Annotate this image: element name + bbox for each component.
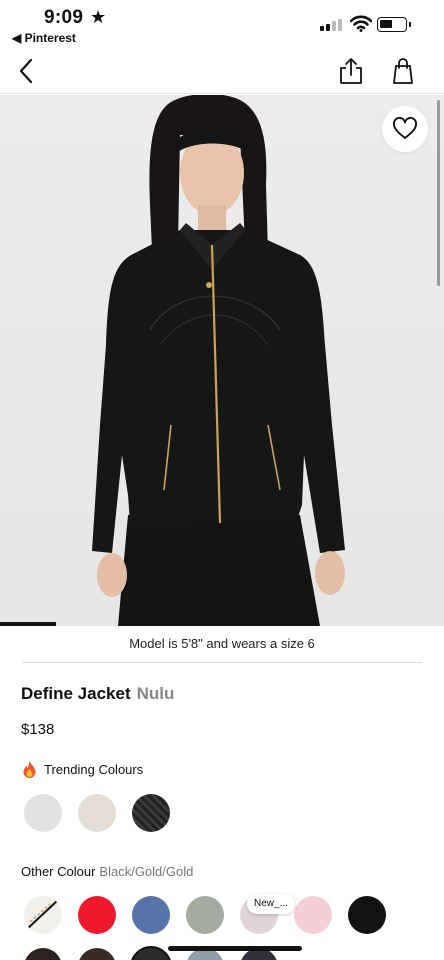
battery-cap xyxy=(409,22,411,27)
share-icon[interactable] xyxy=(337,56,365,86)
colour-swatch-red[interactable] xyxy=(78,896,116,934)
trending-colours-label: Trending Colours xyxy=(44,762,144,777)
battery-icon xyxy=(377,17,407,32)
colour-swatch-black[interactable] xyxy=(348,896,386,934)
product-price: $138 xyxy=(21,721,55,738)
chevron-left-icon[interactable] xyxy=(14,56,40,86)
wifi-icon xyxy=(350,15,372,32)
status-bar: 9:09 ★ ◀ Pinterest xyxy=(0,0,444,48)
product-image[interactable] xyxy=(0,95,444,626)
carousel-progress-indicator xyxy=(0,622,56,626)
colour-swatch-pink[interactable] xyxy=(294,896,332,934)
other-colour-label: Other Colour xyxy=(21,864,96,879)
cellular-signal-icon xyxy=(320,19,342,31)
shopping-bag-icon[interactable] xyxy=(390,56,416,86)
new-badge: New_... xyxy=(247,894,295,914)
colour-swatch-partial-selected[interactable] xyxy=(130,946,172,960)
other-colour-value: Black/Gold/Gold xyxy=(99,864,194,879)
back-to-app-link[interactable]: ◀ Pinterest xyxy=(12,31,76,45)
colour-swatch-blue[interactable] xyxy=(132,896,170,934)
trending-swatch-grey[interactable] xyxy=(24,794,62,832)
status-time: 9:09 xyxy=(44,7,84,28)
model-size-note: Model is 5'8" and wears a size 6 xyxy=(129,636,315,651)
other-colour-row: Other Colour Black/Gold/Gold xyxy=(21,864,193,879)
location-star-icon: ★ xyxy=(90,7,107,27)
favorite-button[interactable] xyxy=(382,106,428,152)
product-title: Define Jacket Nulu xyxy=(21,684,174,704)
product-fabric: Nulu xyxy=(136,684,175,703)
divider xyxy=(22,662,422,663)
colour-swatch-partial[interactable] xyxy=(78,948,116,960)
diagonal-stripe-icon xyxy=(25,899,59,931)
model-photo xyxy=(92,95,345,626)
heart-icon xyxy=(393,117,417,139)
colour-swatch-stripe[interactable] xyxy=(24,896,62,934)
product-name: Define Jacket xyxy=(21,684,131,703)
home-indicator[interactable] xyxy=(168,946,302,951)
colour-swatch-sage[interactable] xyxy=(186,896,224,934)
fire-icon xyxy=(23,761,36,778)
trending-swatch-beige[interactable] xyxy=(78,794,116,832)
trending-swatch-black-pattern[interactable] xyxy=(132,794,170,832)
colour-swatch-partial[interactable] xyxy=(24,948,62,960)
nav-bar xyxy=(0,48,444,94)
image-scrollbar[interactable] xyxy=(437,100,440,286)
trending-colours-heading: Trending Colours xyxy=(21,760,143,779)
